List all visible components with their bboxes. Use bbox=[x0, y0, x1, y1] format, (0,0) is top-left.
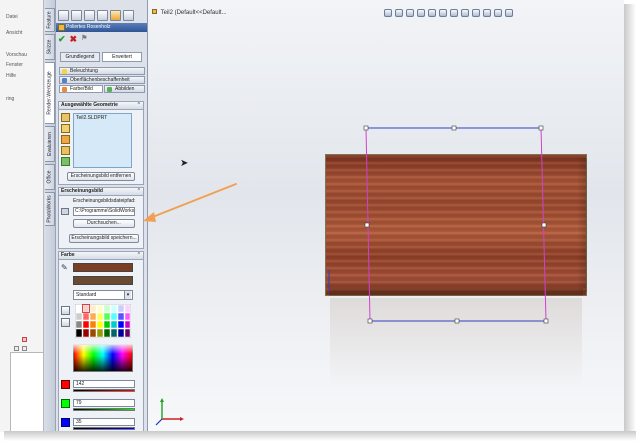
annotation-arrow bbox=[143, 183, 237, 222]
screenshot-frame: Datei Ansicht Vorschau Fenster Hilfe rin… bbox=[0, 0, 640, 443]
frame-shadow bbox=[4, 431, 636, 441]
frame-shadow bbox=[624, 4, 636, 436]
